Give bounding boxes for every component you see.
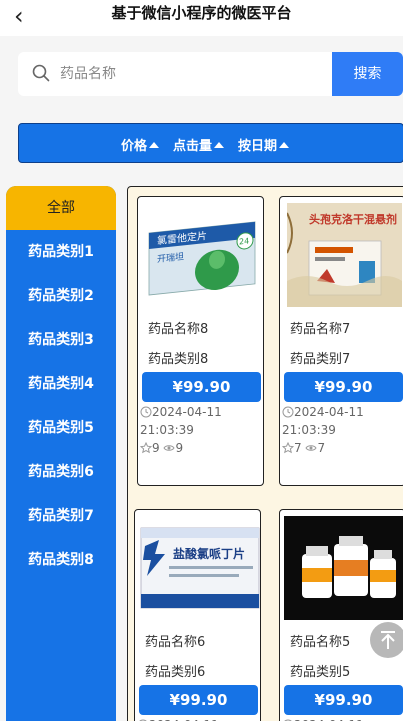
product-category: 药品类别7 — [290, 352, 351, 367]
product-image — [284, 516, 403, 620]
product-card[interactable]: 头孢克洛干混悬剂 药品名称7 药品类别7 ¥99.90 2024-04-11 2… — [279, 196, 403, 486]
product-category: 药品类别6 — [145, 665, 206, 680]
sort-bar: 价格 点击量 按日期 — [18, 123, 403, 163]
product-date: 2024-04-11 21:03:39 — [282, 405, 364, 437]
sidebar-item-category-5[interactable]: 药品类别5 — [6, 406, 116, 450]
product-image: 盐酸氯哌丁片 — [139, 516, 260, 620]
clock-icon — [282, 406, 294, 418]
sidebar-item-category-3[interactable]: 药品类别3 — [6, 318, 116, 362]
product-image: 头孢克洛干混悬剂 — [287, 203, 402, 307]
product-category: 药品类别5 — [290, 665, 351, 680]
search-icon — [32, 64, 50, 82]
sidebar-item-category-6[interactable]: 药品类别6 — [6, 450, 116, 494]
search-input[interactable] — [60, 52, 320, 96]
product-name: 药品名称7 — [290, 322, 351, 337]
price-button[interactable]: ¥99.90 — [142, 372, 261, 402]
product-date: 2024-04-11 — [282, 716, 403, 721]
search-box — [18, 52, 332, 96]
sidebar-item-all[interactable]: 全部 — [6, 186, 116, 230]
arrow-up-icon — [381, 631, 395, 649]
clock-icon — [140, 406, 152, 418]
product-date: 2024-04-11 — [137, 716, 260, 721]
star-icon — [140, 442, 152, 454]
product-image: 氯雷他定片 开瑞坦 24 — [145, 203, 260, 307]
product-card[interactable]: 药品名称5 药品类别5 ¥99.90 2024-04-11 — [279, 509, 403, 721]
star-icon — [282, 442, 294, 454]
product-grid: 氯雷他定片 开瑞坦 24 药品名称8 药品类别8 ¥99.90 2024-04-… — [127, 186, 403, 721]
svg-text:盐酸氯哌丁片: 盐酸氯哌丁片 — [173, 546, 245, 561]
search-bar: 搜索 — [18, 52, 403, 96]
sidebar-item-category-4[interactable]: 药品类别4 — [6, 362, 116, 406]
product-card[interactable]: 氯雷他定片 开瑞坦 24 药品名称8 药品类别8 ¥99.90 2024-04-… — [137, 196, 264, 486]
svg-text:头孢克洛干混悬剂: 头孢克洛干混悬剂 — [309, 212, 397, 226]
page-title: 基于微信小程序的微医平台 — [111, 4, 292, 22]
sidebar-item-category-8[interactable]: 药品类别8 — [6, 538, 116, 582]
sort-clicks-button[interactable]: 点击量 — [173, 135, 225, 154]
product-name: 药品名称5 — [290, 635, 351, 650]
price-button[interactable]: ¥99.90 — [284, 685, 403, 715]
product-name: 药品名称6 — [145, 635, 206, 650]
product-category: 药品类别8 — [148, 352, 209, 367]
sort-date-button[interactable]: 按日期 — [238, 135, 290, 154]
category-sidebar: 全部 药品类别1 药品类别2 药品类别3 药品类别4 药品类别5 药品类别6 药… — [6, 186, 116, 721]
sidebar-item-category-7[interactable]: 药品类别7 — [6, 494, 116, 538]
eye-icon — [163, 445, 176, 451]
product-stats: 7 7 — [282, 441, 325, 455]
sort-price-button[interactable]: 价格 — [121, 135, 160, 154]
top-bar: ‹ 基于微信小程序的微医平台 — [0, 0, 403, 36]
sort-up-caret-icon — [279, 141, 290, 148]
sidebar-item-category-2[interactable]: 药品类别2 — [6, 274, 116, 318]
svg-text:24: 24 — [239, 236, 249, 246]
product-date: 2024-04-11 21:03:39 — [140, 405, 222, 437]
sidebar-item-category-1[interactable]: 药品类别1 — [6, 230, 116, 274]
product-name: 药品名称8 — [148, 322, 209, 337]
price-button[interactable]: ¥99.90 — [139, 685, 258, 715]
scroll-to-top-button[interactable] — [370, 622, 403, 658]
price-button[interactable]: ¥99.90 — [284, 372, 403, 402]
eye-icon — [305, 445, 318, 451]
product-card[interactable]: 盐酸氯哌丁片 药品名称6 药品类别6 ¥99.90 2024-04-11 — [134, 509, 261, 721]
search-button[interactable]: 搜索 — [332, 52, 403, 96]
product-stats: 9 9 — [140, 441, 183, 455]
sort-up-caret-icon — [149, 141, 160, 148]
sort-up-caret-icon — [214, 141, 225, 148]
